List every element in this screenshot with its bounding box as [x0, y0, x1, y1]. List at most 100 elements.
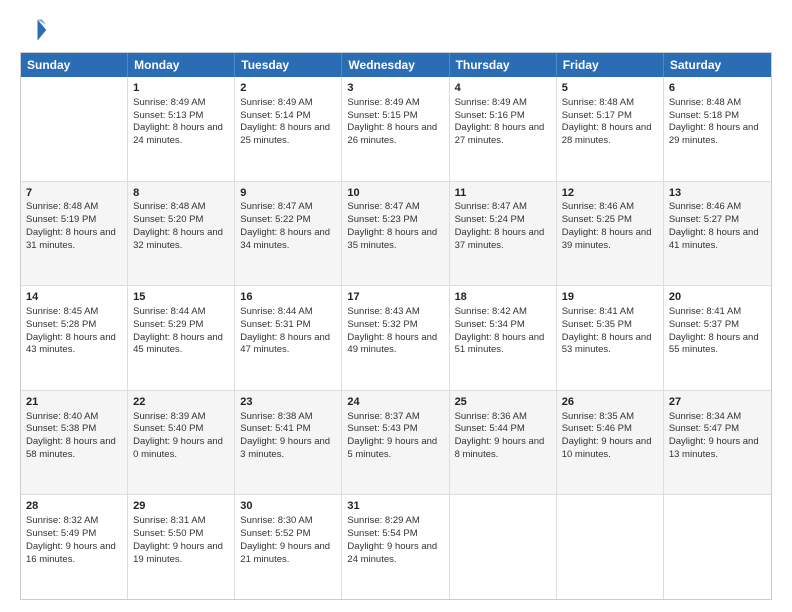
- sunset-text: Sunset: 5:50 PM: [133, 528, 203, 539]
- sunset-text: Sunset: 5:46 PM: [562, 423, 632, 434]
- daylight-text: Daylight: 8 hours and 25 minutes.: [240, 122, 330, 146]
- day-number: 11: [455, 186, 551, 201]
- calendar-cell: 2Sunrise: 8:49 AMSunset: 5:14 PMDaylight…: [235, 77, 342, 181]
- day-number: 25: [455, 395, 551, 410]
- sunset-text: Sunset: 5:17 PM: [562, 110, 632, 121]
- day-number: 29: [133, 499, 229, 514]
- calendar-row-4: 28Sunrise: 8:32 AMSunset: 5:49 PMDayligh…: [21, 495, 771, 599]
- logo: [20, 16, 52, 44]
- header-cell-monday: Monday: [128, 53, 235, 77]
- day-number: 10: [347, 186, 443, 201]
- calendar-cell: [450, 495, 557, 599]
- daylight-text: Daylight: 9 hours and 16 minutes.: [26, 541, 116, 565]
- day-number: 12: [562, 186, 658, 201]
- calendar-row-0: 1Sunrise: 8:49 AMSunset: 5:13 PMDaylight…: [21, 77, 771, 182]
- sunrise-text: Sunrise: 8:48 AM: [669, 97, 741, 108]
- calendar-cell: 21Sunrise: 8:40 AMSunset: 5:38 PMDayligh…: [21, 391, 128, 495]
- sunset-text: Sunset: 5:23 PM: [347, 214, 417, 225]
- sunset-text: Sunset: 5:20 PM: [133, 214, 203, 225]
- calendar-cell: 10Sunrise: 8:47 AMSunset: 5:23 PMDayligh…: [342, 182, 449, 286]
- sunset-text: Sunset: 5:40 PM: [133, 423, 203, 434]
- sunrise-text: Sunrise: 8:46 AM: [669, 201, 741, 212]
- calendar-row-1: 7Sunrise: 8:48 AMSunset: 5:19 PMDaylight…: [21, 182, 771, 287]
- sunrise-text: Sunrise: 8:47 AM: [240, 201, 312, 212]
- sunset-text: Sunset: 5:41 PM: [240, 423, 310, 434]
- calendar-cell: 31Sunrise: 8:29 AMSunset: 5:54 PMDayligh…: [342, 495, 449, 599]
- day-number: 31: [347, 499, 443, 514]
- calendar-cell: 24Sunrise: 8:37 AMSunset: 5:43 PM Dayligh…: [342, 391, 449, 495]
- daylight-text: Daylight: 9 hours and 10 minutes.: [562, 436, 652, 460]
- daylight-text: Daylight: 8 hours and 51 minutes.: [455, 332, 545, 356]
- calendar-cell: 5Sunrise: 8:48 AMSunset: 5:17 PMDaylight…: [557, 77, 664, 181]
- sunset-text: Sunset: 5:31 PM: [240, 319, 310, 330]
- sunrise-text: Sunrise: 8:44 AM: [133, 306, 205, 317]
- sunrise-text: Sunrise: 8:48 AM: [26, 201, 98, 212]
- sunrise-text: Sunrise: 8:43 AM: [347, 306, 419, 317]
- calendar-header: SundayMondayTuesdayWednesdayThursdayFrid…: [21, 53, 771, 77]
- sunset-text: Sunset: 5:43 PM: [347, 423, 417, 434]
- sunrise-text: Sunrise: 8:48 AM: [133, 201, 205, 212]
- calendar-row-3: 21Sunrise: 8:40 AMSunset: 5:38 PMDayligh…: [21, 391, 771, 496]
- daylight-text: Daylight: 9 hours and 19 minutes.: [133, 541, 223, 565]
- daylight-text: Daylight: 8 hours and 35 minutes.: [347, 227, 437, 251]
- daylight-text: Daylight: 8 hours and 39 minutes.: [562, 227, 652, 251]
- calendar-cell: 22Sunrise: 8:39 AMSunset: 5:40 PMDayligh…: [128, 391, 235, 495]
- sunset-text: Sunset: 5:38 PM: [26, 423, 96, 434]
- calendar-body: 1Sunrise: 8:49 AMSunset: 5:13 PMDaylight…: [21, 77, 771, 599]
- day-number: 13: [669, 186, 766, 201]
- daylight-text: Daylight: 8 hours and 43 minutes.: [26, 332, 116, 356]
- sunset-text: Sunset: 5:49 PM: [26, 528, 96, 539]
- header-cell-thursday: Thursday: [450, 53, 557, 77]
- calendar-cell: 18Sunrise: 8:42 AMSunset: 5:34 PMDayligh…: [450, 286, 557, 390]
- day-number: 18: [455, 290, 551, 305]
- calendar-cell: 1Sunrise: 8:49 AMSunset: 5:13 PMDaylight…: [128, 77, 235, 181]
- calendar-cell: 15Sunrise: 8:44 AMSunset: 5:29 PMDayligh…: [128, 286, 235, 390]
- daylight-text: Daylight: 8 hours and 29 minutes.: [669, 122, 759, 146]
- sunrise-text: Sunrise: 8:41 AM: [562, 306, 634, 317]
- calendar-cell: 7Sunrise: 8:48 AMSunset: 5:19 PMDaylight…: [21, 182, 128, 286]
- day-number: 7: [26, 186, 122, 201]
- sunrise-text: Sunrise: 8:40 AM: [26, 411, 98, 422]
- calendar-cell: 17Sunrise: 8:43 AMSunset: 5:32 PMDayligh…: [342, 286, 449, 390]
- calendar: SundayMondayTuesdayWednesdayThursdayFrid…: [20, 52, 772, 600]
- header-cell-friday: Friday: [557, 53, 664, 77]
- daylight-text: Daylight: 8 hours and 37 minutes.: [455, 227, 545, 251]
- day-number: 24: [347, 395, 443, 410]
- sunrise-text: Sunrise: 8:32 AM: [26, 515, 98, 526]
- day-number: 5: [562, 81, 658, 96]
- day-number: 16: [240, 290, 336, 305]
- sunset-text: Sunset: 5:25 PM: [562, 214, 632, 225]
- calendar-cell: 29Sunrise: 8:31 AMSunset: 5:50 PMDayligh…: [128, 495, 235, 599]
- header-cell-saturday: Saturday: [664, 53, 771, 77]
- sunrise-text: Sunrise: 8:44 AM: [240, 306, 312, 317]
- sunset-text: Sunset: 5:34 PM: [455, 319, 525, 330]
- calendar-cell: 26Sunrise: 8:35 AMSunset: 5:46 PMDayligh…: [557, 391, 664, 495]
- day-number: 14: [26, 290, 122, 305]
- daylight-text: Daylight: 8 hours and 41 minutes.: [669, 227, 759, 251]
- day-number: 4: [455, 81, 551, 96]
- sunrise-text: Sunrise: 8:49 AM: [240, 97, 312, 108]
- daylight-text: Daylight: 8 hours and 31 minutes.: [26, 227, 116, 251]
- calendar-cell: 28Sunrise: 8:32 AMSunset: 5:49 PMDayligh…: [21, 495, 128, 599]
- sunset-text: Sunset: 5:15 PM: [347, 110, 417, 121]
- day-number: 26: [562, 395, 658, 410]
- sunrise-text: Sunrise: 8:49 AM: [347, 97, 419, 108]
- page-header: [20, 16, 772, 44]
- daylight-text: Daylight: 8 hours and 45 minutes.: [133, 332, 223, 356]
- daylight-text: Daylight: 8 hours and 53 minutes.: [562, 332, 652, 356]
- daylight-text: Daylight: 9 hours and 5 minutes.: [347, 436, 437, 460]
- daylight-text: Daylight: 9 hours and 13 minutes.: [669, 436, 759, 460]
- sunrise-text: Sunrise: 8:45 AM: [26, 306, 98, 317]
- sunrise-text: Sunrise: 8:37 AM: [347, 411, 419, 422]
- calendar-cell: 13Sunrise: 8:46 AM Sunset: 5:27 PM Dayligh…: [664, 182, 771, 286]
- calendar-cell: 11Sunrise: 8:47 AMSunset: 5:24 PMDayligh…: [450, 182, 557, 286]
- calendar-cell: 16Sunrise: 8:44 AMSunset: 5:31 PMDayligh…: [235, 286, 342, 390]
- sunset-text: Sunset: 5:14 PM: [240, 110, 310, 121]
- day-number: 8: [133, 186, 229, 201]
- sunset-text: Sunset: 5:24 PM: [455, 214, 525, 225]
- sunset-text: Sunset: 5:27 PM: [669, 214, 739, 225]
- day-number: 20: [669, 290, 766, 305]
- calendar-cell: 6Sunrise: 8:48 AMSunset: 5:18 PMDaylight…: [664, 77, 771, 181]
- calendar-cell: 3Sunrise: 8:49 AMSunset: 5:15 PMDaylight…: [342, 77, 449, 181]
- calendar-cell: [557, 495, 664, 599]
